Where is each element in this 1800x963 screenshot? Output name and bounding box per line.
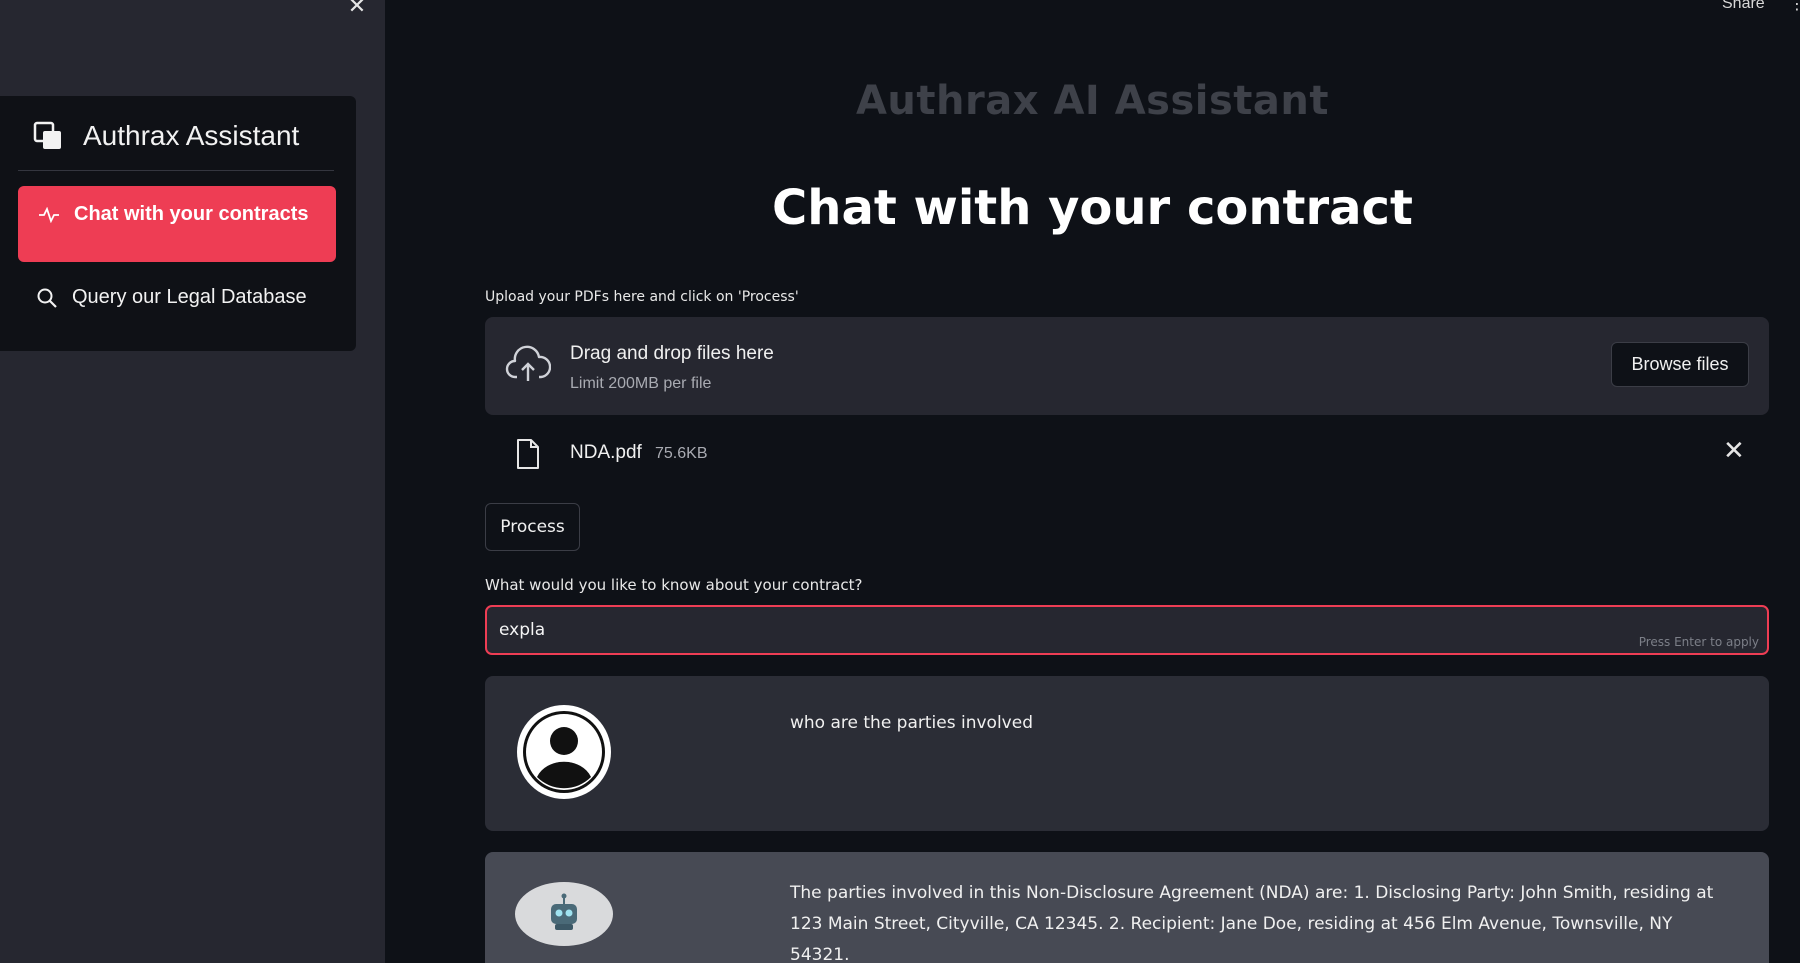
- process-button[interactable]: Process: [485, 503, 580, 551]
- file-name: NDA.pdf: [570, 442, 642, 463]
- message-text: who are the parties involved: [790, 713, 1033, 733]
- copy-icon: [33, 121, 61, 149]
- activity-icon: [39, 206, 59, 223]
- robot-avatar-icon: [515, 882, 613, 946]
- message-text: The parties involved in this Non-Disclos…: [790, 883, 1714, 963]
- file-dropzone[interactable]: Drag and drop files here Limit 200MB per…: [485, 317, 1769, 415]
- question-input[interactable]: [487, 607, 1767, 653]
- page-title: Chat with your contract: [772, 180, 1413, 236]
- dropzone-limit: Limit 200MB per file: [570, 375, 712, 392]
- file-icon: [517, 439, 539, 469]
- search-icon: [37, 288, 57, 308]
- remove-file-icon[interactable]: ✕: [1723, 436, 1745, 466]
- share-button[interactable]: Share: [1722, 0, 1765, 13]
- chat-message-user: who are the parties involved: [485, 676, 1769, 831]
- main-menu-icon[interactable]: ⋮: [1789, 0, 1800, 13]
- app-title: Authrax AI Assistant: [855, 78, 1330, 124]
- file-size: 75.6KB: [655, 445, 708, 462]
- divider: [18, 170, 334, 171]
- uploaded-file: NDA.pdf 75.6KB ✕: [485, 432, 1769, 476]
- upload-label: Upload your PDFs here and click on 'Proc…: [485, 289, 799, 305]
- nav-item-chat-contracts[interactable]: Chat with your contracts: [18, 186, 336, 262]
- brand-title: Authrax Assistant: [83, 120, 300, 151]
- nav-item-label: Query our Legal Database: [72, 286, 307, 308]
- nav-item-label: Chat with your contracts: [74, 203, 309, 225]
- nav-header: Authrax Assistant: [33, 120, 299, 152]
- dropzone-title: Drag and drop files here: [570, 343, 774, 364]
- user-avatar-icon: [517, 705, 611, 799]
- chat-message-bot: The parties involved in this Non-Disclos…: [485, 852, 1769, 963]
- sidebar: ✕ Authrax Assistant Chat with your contr…: [0, 0, 385, 963]
- nav-item-legal-database[interactable]: Query our Legal Database: [36, 286, 307, 309]
- cloud-upload-icon: [505, 345, 551, 381]
- question-label: What would you like to know about your c…: [485, 576, 863, 594]
- input-hint: Press Enter to apply: [1638, 635, 1759, 649]
- browse-files-button[interactable]: Browse files: [1611, 342, 1749, 387]
- question-field[interactable]: Press Enter to apply: [485, 605, 1769, 655]
- nav-menu: Authrax Assistant Chat with your contrac…: [0, 96, 356, 351]
- sidebar-close-icon[interactable]: ✕: [345, 0, 369, 18]
